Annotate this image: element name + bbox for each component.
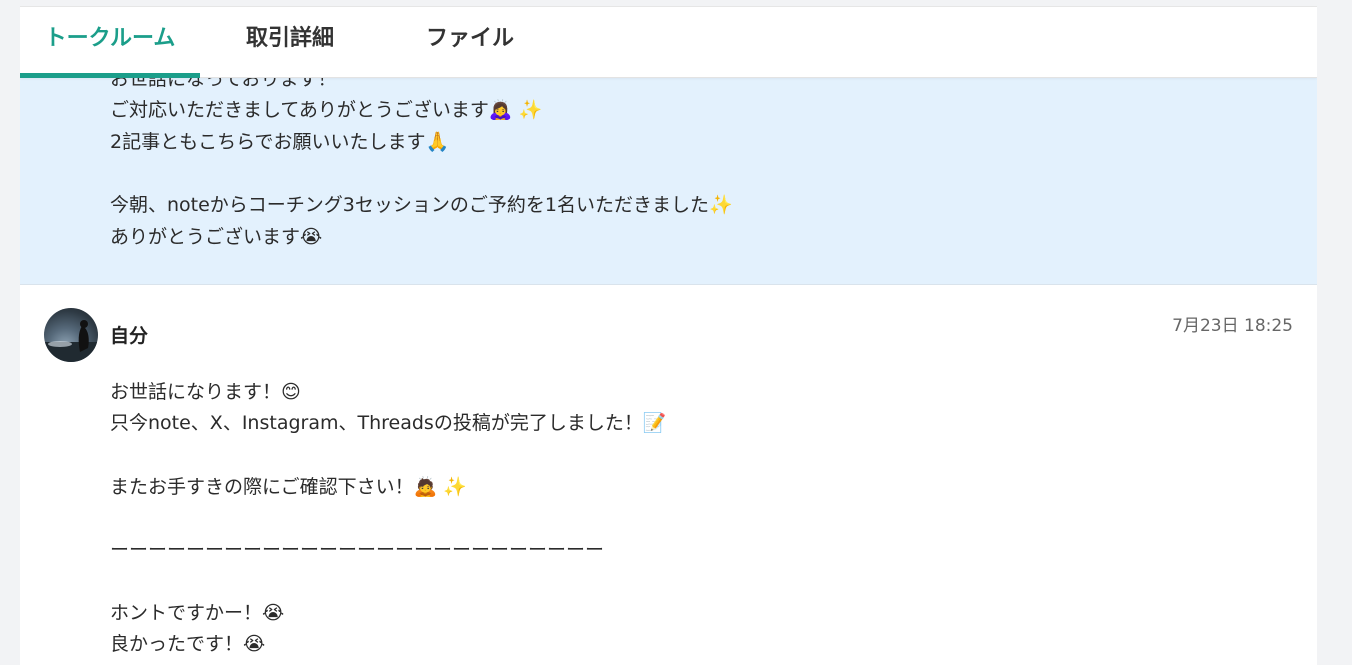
- previous-message: お世話になっております！ ご対応いただきましてありがとうございます🙇‍♀️ ✨ …: [20, 68, 1317, 285]
- message-line: ありがとうございます😭: [110, 226, 323, 248]
- avatar-image-icon: [44, 320, 98, 362]
- message-timestamp: 7月23日 18:25: [1172, 316, 1293, 336]
- current-message: 自分 7月23日 18:25 お世話になります！😊 只今note、X、Insta…: [20, 285, 1317, 665]
- tab-talk-room[interactable]: トークルーム: [20, 7, 200, 78]
- message-line: またお手すきの際にご確認下さい！🙇 ✨: [110, 476, 467, 498]
- message-line: ホントですかー！😭: [110, 602, 285, 624]
- message-line: 今朝、noteからコーチング3セッションのご予約を1名いただきました✨: [110, 194, 733, 216]
- tab-transaction-details[interactable]: 取引詳細: [200, 7, 380, 77]
- tab-files[interactable]: ファイル: [380, 7, 560, 77]
- message-line: 只今note、X、Instagram、Threadsの投稿が完了しました！📝: [110, 412, 667, 434]
- avatar[interactable]: [44, 308, 98, 362]
- tab-label: トークルーム: [44, 26, 176, 51]
- message-line: 2記事ともこちらでお願いいたします🙏: [110, 131, 450, 153]
- active-tab-indicator: [20, 73, 200, 78]
- message-line: お世話になります！😊: [110, 381, 301, 403]
- sender-name: 自分: [110, 325, 149, 347]
- message-line: 良かったです！😭: [110, 633, 266, 655]
- chat-panel: トークルーム 取引詳細 ファイル お世話になっております！ ご対応いただきまして…: [20, 6, 1317, 665]
- tab-label: 取引詳細: [245, 26, 334, 51]
- message-line: ご対応いただきましてありがとうございます🙇‍♀️ ✨: [110, 99, 543, 121]
- message-line: ーーーーーーーーーーーーーーーーーーーーーーーーーー: [110, 539, 605, 561]
- tab-bar: トークルーム 取引詳細 ファイル: [20, 7, 1317, 78]
- tab-label: ファイル: [425, 26, 514, 51]
